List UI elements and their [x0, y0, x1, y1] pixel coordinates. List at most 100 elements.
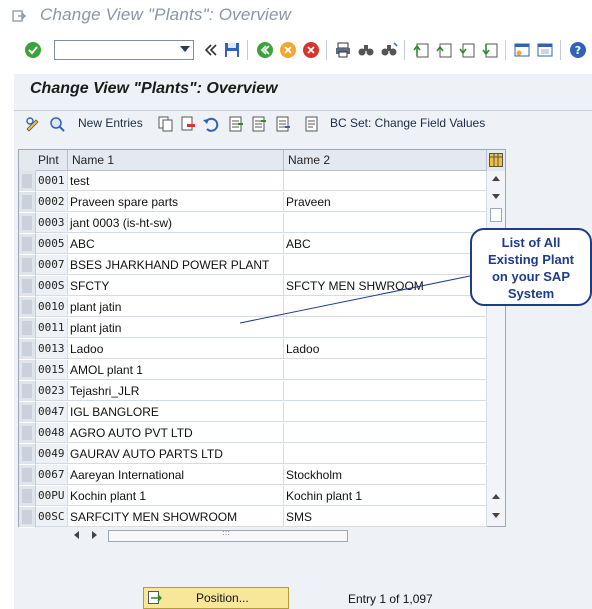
name2-cell[interactable] — [284, 381, 487, 401]
position-button[interactable]: Position... — [143, 587, 289, 609]
row-selector[interactable] — [19, 444, 36, 465]
table-row[interactable]: 00PU Kochin plant 1 Kochin plant 1 — [19, 486, 505, 507]
table-row[interactable]: 0047 IGL BANGLORE — [19, 402, 505, 423]
name1-cell[interactable]: Kochin plant 1 — [68, 486, 284, 506]
scroll-page-up-icon[interactable] — [492, 494, 500, 499]
save-icon[interactable] — [223, 41, 241, 59]
horizontal-scroll-thumb[interactable]: ::: — [108, 528, 348, 542]
table-row[interactable]: 00SC SARFCITY MEN SHOWROOM SMS — [19, 507, 505, 528]
name2-cell[interactable] — [284, 423, 487, 443]
select-block-icon[interactable] — [250, 115, 268, 133]
first-page-icon[interactable] — [412, 41, 430, 59]
help-icon[interactable]: ? — [569, 41, 587, 59]
name2-cell[interactable] — [284, 171, 487, 191]
row-selector[interactable] — [19, 297, 36, 318]
exit-session-icon[interactable] — [279, 41, 297, 59]
print-icon[interactable] — [334, 41, 352, 59]
column-header-plnt[interactable]: Plnt — [36, 150, 68, 171]
name1-cell[interactable]: IGL BANGLORE — [68, 402, 284, 422]
name2-cell[interactable]: Praveen — [284, 192, 487, 212]
column-header-name1[interactable]: Name 1 — [68, 150, 284, 171]
name2-cell[interactable] — [284, 255, 487, 275]
table-row[interactable]: 0010 plant jatin — [19, 297, 505, 318]
name2-cell[interactable]: SMS — [284, 507, 487, 527]
delete-icon[interactable] — [179, 115, 197, 133]
new-entries-button[interactable]: New Entries — [78, 116, 143, 130]
row-selector[interactable] — [19, 318, 36, 339]
name1-cell[interactable]: BSES JHARKHAND POWER PLANT — [68, 255, 284, 275]
name2-cell[interactable] — [284, 402, 487, 422]
bc-set-icon[interactable] — [303, 115, 321, 133]
table-row[interactable]: 0003 jant 0003 (is-ht-sw) — [19, 213, 505, 234]
table-settings-icon[interactable] — [489, 153, 503, 167]
row-selector[interactable] — [19, 171, 36, 192]
name2-cell[interactable] — [284, 213, 487, 233]
last-page-icon[interactable] — [481, 41, 499, 59]
scroll-page-down-icon[interactable] — [492, 513, 500, 518]
row-selector[interactable] — [19, 381, 36, 402]
row-selector[interactable] — [19, 507, 36, 528]
shortcut-icon[interactable] — [536, 41, 554, 59]
row-selector[interactable] — [19, 276, 36, 297]
table-row[interactable]: 0013 Ladoo Ladoo — [19, 339, 505, 360]
bc-set-change-field-values-button[interactable]: BC Set: Change Field Values — [330, 116, 485, 130]
table-row[interactable]: 0005 ABC ABC — [19, 234, 505, 255]
table-row[interactable]: 0023 Tejashri_JLR — [19, 381, 505, 402]
name1-cell[interactable]: GAURAV AUTO PARTS LTD — [68, 444, 284, 464]
row-selector[interactable] — [19, 213, 36, 234]
table-row[interactable]: 0002 Praveen spare parts Praveen — [19, 192, 505, 213]
double-chevron-left-icon[interactable] — [202, 41, 220, 59]
name1-cell[interactable]: Ladoo — [68, 339, 284, 359]
name2-cell[interactable]: Stockholm — [284, 465, 487, 485]
table-row[interactable]: 0007 BSES JHARKHAND POWER PLANT — [19, 255, 505, 276]
name1-cell[interactable]: jant 0003 (is-ht-sw) — [68, 213, 284, 233]
back-icon[interactable] — [256, 41, 274, 59]
horizontal-scrollbar[interactable]: ::: — [18, 527, 468, 545]
row-selector[interactable] — [19, 255, 36, 276]
find-icon[interactable] — [357, 41, 375, 59]
row-selector[interactable] — [19, 234, 36, 255]
column-header-name2[interactable]: Name 2 — [284, 150, 487, 171]
row-selector[interactable] — [19, 465, 36, 486]
name2-cell[interactable] — [284, 318, 487, 338]
exit-icon[interactable] — [12, 9, 26, 23]
name1-cell[interactable]: Aareyan International — [68, 465, 284, 485]
column-config-header[interactable] — [487, 150, 505, 172]
find-next-icon[interactable] — [380, 41, 398, 59]
undo-icon[interactable] — [202, 115, 220, 133]
row-selector[interactable] — [19, 402, 36, 423]
name1-cell[interactable]: plant jatin — [68, 297, 284, 317]
select-all-icon[interactable] — [227, 115, 245, 133]
name1-cell[interactable]: test — [68, 171, 284, 191]
deselect-all-icon[interactable] — [274, 115, 292, 133]
vertical-scrollbar[interactable] — [487, 171, 505, 526]
vertical-scroll-thumb[interactable] — [490, 208, 502, 222]
row-selector[interactable] — [19, 192, 36, 213]
previous-page-icon[interactable] — [435, 41, 453, 59]
scroll-left-icon[interactable] — [74, 531, 79, 539]
display-change-icon[interactable] — [24, 115, 42, 133]
row-selector[interactable] — [19, 423, 36, 444]
table-row[interactable]: 000S SFCTY SFCTY MEN SHWROOM — [19, 276, 505, 297]
table-row[interactable]: 0001 test — [19, 171, 505, 192]
table-row[interactable]: 0011 plant jatin — [19, 318, 505, 339]
command-field[interactable] — [54, 40, 194, 60]
scroll-down-icon[interactable] — [492, 194, 500, 199]
name2-cell[interactable]: Kochin plant 1 — [284, 486, 487, 506]
name1-cell[interactable]: SARFCITY MEN SHOWROOM — [68, 507, 284, 527]
name1-cell[interactable]: SFCTY — [68, 276, 284, 296]
row-selector[interactable] — [19, 360, 36, 381]
name1-cell[interactable]: AGRO AUTO PVT LTD — [68, 423, 284, 443]
create-session-icon[interactable] — [513, 41, 531, 59]
table-row[interactable]: 0015 AMOL plant 1 — [19, 360, 505, 381]
name2-cell[interactable] — [284, 360, 487, 380]
select-all-rows-header[interactable] — [19, 150, 37, 172]
name1-cell[interactable]: ABC — [68, 234, 284, 254]
row-selector[interactable] — [19, 339, 36, 360]
display-icon[interactable] — [48, 115, 66, 133]
name2-cell[interactable]: SFCTY MEN SHWROOM — [284, 276, 487, 296]
name1-cell[interactable]: plant jatin — [68, 318, 284, 338]
table-row[interactable]: 0048 AGRO AUTO PVT LTD — [19, 423, 505, 444]
scroll-right-icon[interactable] — [92, 531, 97, 539]
copy-icon[interactable] — [157, 115, 175, 133]
